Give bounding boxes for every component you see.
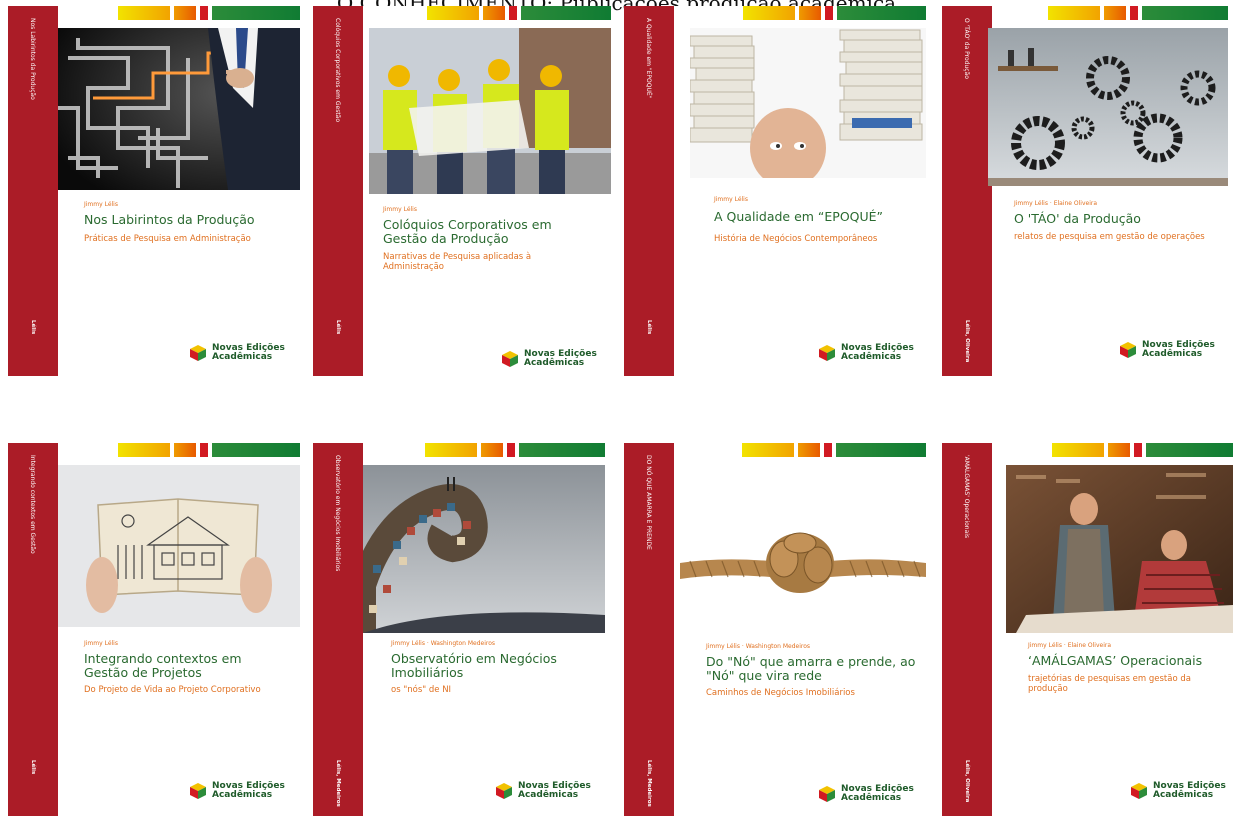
spine-author: Lélis, Medeiros — [646, 760, 652, 807]
gears-photo — [988, 28, 1228, 186]
publisher-logo: Novas Edições Acadêmicas — [817, 784, 914, 804]
book-author: Jimmy Lélis · Washington Medeiros — [706, 643, 811, 650]
color-bar — [743, 6, 926, 20]
publisher-logo: Novas Edições Acadêmicas — [817, 343, 914, 363]
color-bar — [742, 443, 926, 457]
spine-title: Colóquios Corporativos em Gestão — [334, 18, 341, 123]
workshop-photo — [1006, 465, 1233, 633]
spine-title: A Qualidade em "EPOQUÉ" — [645, 18, 652, 99]
color-bar — [118, 443, 300, 457]
book-spine: Integrando contextos em Gestão Lélis — [8, 443, 58, 816]
book-title: Colóquios Corporativos em Gestão da Prod… — [383, 217, 552, 246]
publisher-logo: Novas Edições Acadêmicas — [1118, 340, 1215, 360]
color-bar — [425, 443, 605, 457]
publisher-cube-icon — [819, 786, 835, 802]
engineers-photo — [369, 28, 611, 194]
color-bar — [427, 6, 611, 20]
book-author: Jimmy Lélis — [714, 196, 748, 203]
spine-title: Nos Labirintos da Produção — [29, 18, 36, 100]
book-author: Jimmy Lélis — [383, 206, 417, 213]
book-cover-5[interactable]: Integrando contextos em Gestão Lélis Jim… — [8, 443, 300, 816]
book-spine: DO NÓ QUE AMARRA E PRENDE Lélis, Medeiro… — [624, 443, 674, 816]
color-bar — [1052, 443, 1233, 457]
maze-photo — [58, 28, 300, 190]
color-bar — [1048, 6, 1228, 20]
publisher-name-line2: Acadêmicas — [518, 790, 579, 800]
book-title: O 'TÁO' da Produção — [1014, 211, 1141, 226]
publisher-name-line2: Acadêmicas — [841, 793, 902, 803]
book-title: Do "Nó" que amarra e prende, ao "Nó" que… — [706, 654, 916, 683]
spine-author: Lélis, Oliveira — [964, 760, 970, 803]
publisher-logo: Novas Edições Acadêmicas — [188, 343, 285, 363]
publisher-name-line2: Acadêmicas — [841, 352, 902, 362]
book-subtitle: trajetórias de pesquisas em gestão da pr… — [1028, 674, 1191, 694]
paper-stacks-photo — [690, 28, 926, 190]
book-spine: Colóquios Corporativos em Gestão Lélis — [313, 6, 363, 376]
book-cover-6[interactable]: Observatório em Negócios Imobiliários Lé… — [313, 443, 605, 816]
book-spine: 'AMÁLGAMAS' Operacionais Lélis, Oliveira — [942, 443, 992, 816]
spine-author: Lélis, Oliveira — [964, 320, 970, 363]
book-title: Nos Labirintos da Produção — [84, 212, 255, 227]
publisher-cube-icon — [1131, 783, 1147, 799]
book-house-photo — [58, 465, 300, 627]
book-author: Jimmy Lélis · Elaine Oliveira — [1028, 642, 1112, 649]
book-title: ‘AMÁLGAMAS’ Operacionais — [1028, 653, 1203, 668]
book-title: Observatório em Negócios Imobiliários — [391, 651, 557, 680]
publisher-logo: Novas Edições Acadêmicas — [1129, 781, 1226, 801]
publisher-cube-icon — [819, 345, 835, 361]
book-cover-8[interactable]: 'AMÁLGAMAS' Operacionais Lélis, Oliveira… — [942, 443, 1233, 816]
book-author: Jimmy Lélis · Washington Medeiros — [391, 640, 496, 647]
publisher-logo: Novas Edições Acadêmicas — [188, 781, 285, 801]
spine-title: DO NÓ QUE AMARRA E PRENDE — [645, 455, 652, 550]
spine-author: Lélis — [30, 320, 36, 335]
publisher-name-line2: Acadêmicas — [212, 790, 273, 800]
book-cover-2[interactable]: Colóquios Corporativos em Gestão Lélis J… — [313, 6, 611, 376]
book-spine: A Qualidade em "EPOQUÉ" Lélis — [624, 6, 674, 376]
spine-title: Observatório em Negócios Imobiliários — [334, 455, 341, 572]
publisher-cube-icon — [190, 345, 206, 361]
book-cover-7[interactable]: DO NÓ QUE AMARRA E PRENDE Lélis, Medeiro… — [624, 443, 926, 816]
spine-title: 'AMÁLGAMAS' Operacionais — [963, 455, 970, 539]
book-subtitle: História de Negócios Contemporâneos — [714, 234, 878, 244]
book-subtitle: os "nós" de NI — [391, 685, 452, 695]
book-subtitle: Narrativas de Pesquisa aplicadas à Admin… — [383, 252, 532, 272]
book-author: Jimmy Lélis — [84, 201, 118, 208]
book-subtitle: Caminhos de Negócios Imobiliários — [706, 688, 855, 698]
publisher-cube-icon — [496, 783, 512, 799]
book-author: Jimmy Lélis — [84, 640, 118, 647]
book-subtitle: Práticas de Pesquisa em Administração — [84, 234, 251, 244]
book-spine: O 'TÁO' da Produção Lélis, Oliveira — [942, 6, 992, 376]
publisher-cube-icon — [190, 783, 206, 799]
publisher-cube-icon — [1120, 342, 1136, 358]
book-title: Integrando contextos em Gestão de Projet… — [84, 651, 242, 680]
publisher-cube-icon — [502, 351, 518, 367]
color-bar — [118, 6, 300, 20]
book-spine: Observatório em Negócios Imobiliários Lé… — [313, 443, 363, 816]
spine-title: O 'TÁO' da Produção — [963, 18, 970, 79]
book-spine: Nos Labirintos da Produção Lélis — [8, 6, 58, 376]
book-subtitle: Do Projeto de Vida ao Projeto Corporativ… — [84, 685, 261, 695]
publisher-name-line2: Acadêmicas — [212, 352, 273, 362]
publisher-name-line2: Acadêmicas — [1153, 790, 1214, 800]
publisher-name-line2: Acadêmicas — [1142, 349, 1203, 359]
spine-title: Integrando contextos em Gestão — [29, 455, 36, 554]
spine-author: Lélis — [335, 320, 341, 335]
book-cover-3[interactable]: A Qualidade em "EPOQUÉ" Lélis Jimmy Léli… — [624, 6, 926, 376]
house-wave-photo — [363, 465, 605, 633]
book-author: Jimmy Lélis · Elaine Oliveira — [1014, 200, 1098, 207]
publisher-name-line2: Acadêmicas — [524, 358, 585, 368]
spine-author: Lélis — [646, 320, 652, 335]
book-title: A Qualidade em “EPOQUÉ” — [714, 209, 884, 224]
spine-author: Lélis — [30, 760, 36, 775]
spine-author: Lélis, Medeiros — [335, 760, 341, 807]
book-cover-4[interactable]: O 'TÁO' da Produção Lélis, Oliveira Jimm… — [942, 6, 1228, 376]
publisher-logo: Novas Edições Acadêmicas — [494, 781, 591, 801]
book-cover-1[interactable]: Nos Labirintos da Produção Lélis Jimmy L… — [8, 6, 300, 376]
book-subtitle: relatos de pesquisa em gestão de operaçõ… — [1014, 232, 1205, 242]
rope-knot-photo — [680, 473, 926, 623]
publisher-logo: Novas Edições Acadêmicas — [500, 349, 597, 369]
